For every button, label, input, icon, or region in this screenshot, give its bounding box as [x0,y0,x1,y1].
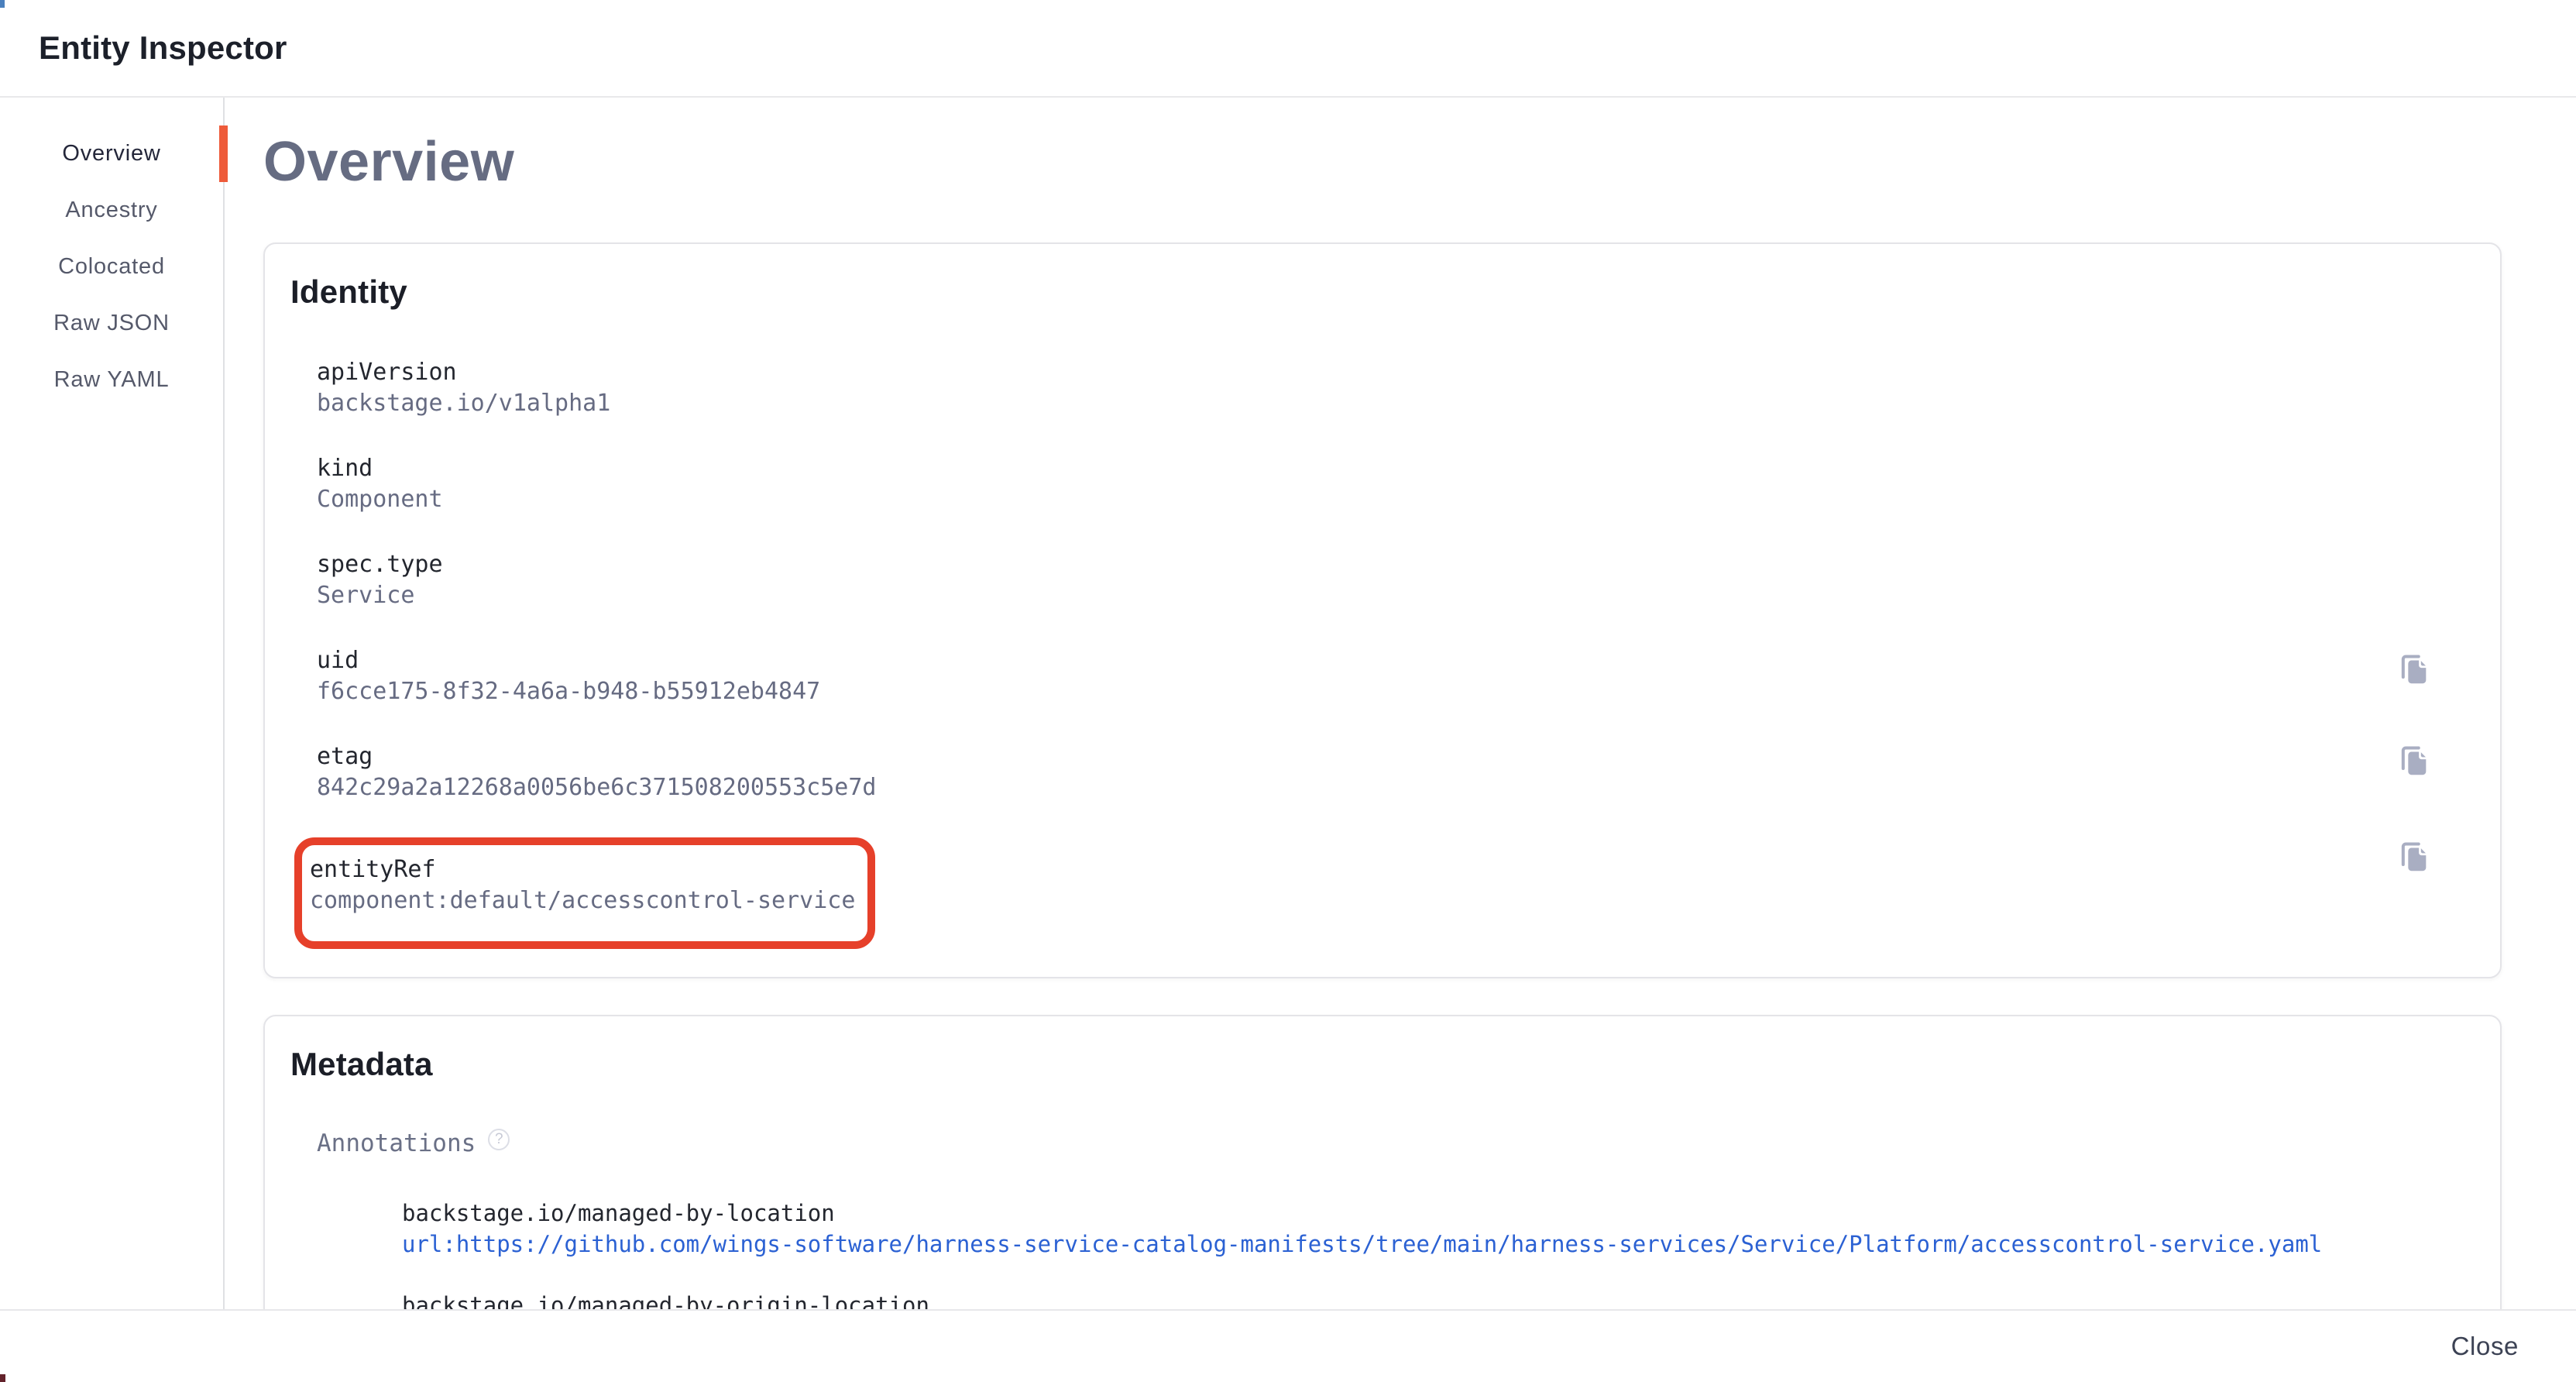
field-kind: kind Component [317,453,2475,515]
tab-label: Raw JSON [53,311,170,336]
inspector-tabs: Overview Ancestry Colocated Raw JSON Raw… [0,98,225,1309]
field-value: f6cce175-8f32-4a6a-b948-b55912eb4847 [317,676,2475,707]
tab-label: Raw YAML [54,367,170,393]
tab-ancestry[interactable]: Ancestry [0,182,223,239]
active-tab-indicator [219,125,228,182]
tab-panel-overview: Overview Identity apiVersion backstage.i… [225,98,2576,1309]
field-spec-type: spec.type Service [317,549,2475,611]
help-icon[interactable]: ? [488,1129,510,1150]
field-label: spec.type [317,549,2475,580]
tab-colocated[interactable]: Colocated [0,239,223,295]
copy-icon [2396,651,2432,687]
field-value: Service [317,580,2475,611]
tab-label: Colocated [58,254,165,280]
tab-raw-json[interactable]: Raw JSON [0,295,223,352]
annotation-key: backstage.io/managed-by-origin-location [402,1290,2475,1309]
dialog-body: Overview Ancestry Colocated Raw JSON Raw… [0,98,2576,1309]
identity-card-title: Identity [290,273,2475,311]
field-apiversion: apiVersion backstage.io/v1alpha1 [317,357,2475,419]
annotation-key: backstage.io/managed-by-location [402,1198,2475,1229]
tab-raw-yaml[interactable]: Raw YAML [0,352,223,408]
annotations-section-label: Annotations ? [317,1129,2475,1157]
tab-label: Overview [62,141,160,167]
copy-uid-button[interactable] [2396,651,2432,687]
tab-overview[interactable]: Overview [0,125,223,182]
identity-fields: apiVersion backstage.io/v1alpha1 kind Co… [317,357,2475,949]
close-button[interactable]: Close [2431,1322,2539,1370]
copy-icon [2396,743,2432,779]
dialog-title: Entity Inspector [39,29,287,67]
copy-entityref-button[interactable] [2396,839,2432,875]
annotations-label-text: Annotations [317,1129,476,1157]
copy-icon [2396,839,2432,875]
field-label: entityRef [310,854,855,885]
dialog-footer: Close [0,1309,2576,1382]
backdrop-corner-bottom [0,1374,5,1382]
field-entityref-highlighted: entityRef component:default/accesscontro… [294,837,875,949]
field-uid: uid f6cce175-8f32-4a6a-b948-b55912eb4847 [317,645,2475,707]
field-value: 842c29a2a12268a0056be6c371508200553c5e7d [317,772,2475,803]
metadata-card-title: Metadata [290,1046,2475,1083]
field-value: component:default/accesscontrol-service [310,885,855,916]
annotation-managed-by-location: backstage.io/managed-by-location url:htt… [402,1198,2475,1260]
field-value: Component [317,484,2475,515]
field-value: backstage.io/v1alpha1 [317,388,2475,419]
identity-card: Identity apiVersion backstage.io/v1alpha… [263,242,2502,978]
annotation-list: backstage.io/managed-by-location url:htt… [402,1198,2475,1309]
field-etag: etag 842c29a2a12268a0056be6c371508200553… [317,741,2475,803]
metadata-card: Metadata Annotations ? backstage.io/mana… [263,1015,2502,1309]
copy-etag-button[interactable] [2396,743,2432,779]
field-label: uid [317,645,2475,676]
annotation-managed-by-origin-location: backstage.io/managed-by-origin-location … [402,1290,2475,1309]
backdrop-corner-top [0,0,5,8]
annotation-value-link[interactable]: url:https://github.com/wings-software/ha… [402,1229,2475,1260]
tab-label: Ancestry [65,198,157,223]
field-label: kind [317,453,2475,484]
field-label: etag [317,741,2475,772]
dialog-header: Entity Inspector [0,0,2576,98]
page-title: Overview [263,130,2502,194]
field-label: apiVersion [317,357,2475,388]
